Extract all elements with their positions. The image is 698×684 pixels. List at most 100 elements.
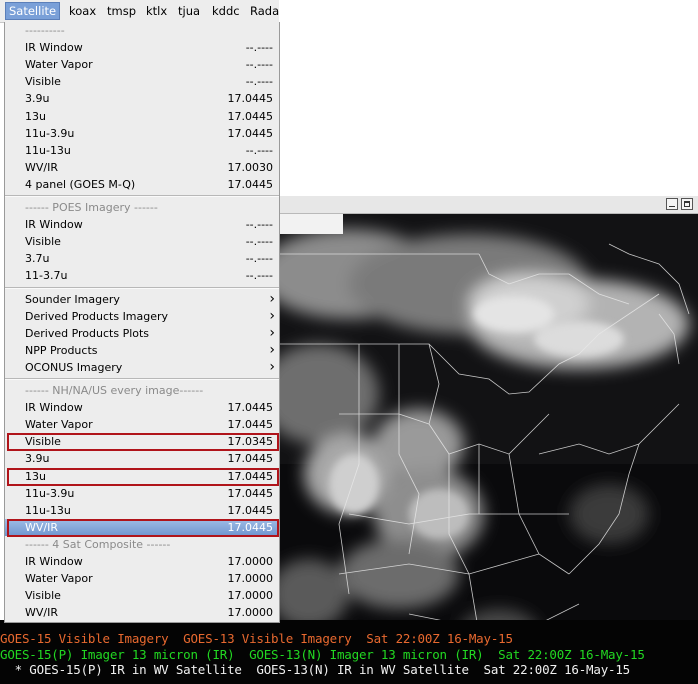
menu-item-label: Derived Products Imagery bbox=[25, 309, 169, 323]
menu-separator bbox=[5, 195, 279, 197]
menu-item-label: IR Window bbox=[25, 401, 83, 415]
menu-item-wv-ir[interactable]: WV/IR 17.0000 bbox=[5, 604, 279, 621]
chevron-right-icon: › bbox=[269, 290, 275, 307]
submenu-item-npp-products[interactable]: NPP Products › bbox=[5, 342, 279, 359]
menu-item-label: Visible bbox=[25, 435, 61, 449]
maximize-button[interactable] bbox=[681, 198, 693, 210]
menu-item-label: Water Vapor bbox=[25, 418, 93, 432]
menu-item-label: Visible bbox=[25, 589, 61, 603]
menu-item-timestamp: --.---- bbox=[245, 252, 273, 266]
main-menubar: Satellite koax tmsp ktlx tjua kddc Rada bbox=[0, 0, 279, 23]
menu-item-label: 3.9u bbox=[25, 92, 50, 106]
menu-separator bbox=[5, 286, 279, 289]
menu-item-timestamp: --.---- bbox=[245, 269, 273, 283]
menu-item-4-panel-goes-m-q[interactable]: 4 panel (GOES M-Q) 17.0445 bbox=[5, 176, 279, 193]
menu-item-timestamp: 17.0000 bbox=[227, 589, 274, 603]
submenu-item-derived-products-imagery[interactable]: Derived Products Imagery › bbox=[5, 308, 279, 325]
menu-item-13u[interactable]: 13u 17.0445 bbox=[5, 468, 279, 485]
menu-item-timestamp: 17.0445 bbox=[227, 126, 274, 140]
menu-item-timestamp: 17.0445 bbox=[227, 469, 274, 483]
menu-item-label: WV/IR bbox=[25, 160, 58, 174]
menu-item-label: Derived Products Plots bbox=[25, 326, 150, 340]
menu-item-label: WV/IR bbox=[25, 606, 58, 620]
menu-item-visible[interactable]: Visible 17.0000 bbox=[5, 587, 279, 604]
satellite-map-window bbox=[279, 196, 698, 684]
menu-item-timestamp: 17.0445 bbox=[227, 503, 274, 517]
menubar-item-kddc[interactable]: kddc bbox=[209, 3, 243, 19]
menu-item-label: 13u bbox=[25, 469, 46, 483]
menu-item-timestamp: --.---- bbox=[245, 235, 273, 249]
menu-item-ir-window[interactable]: IR Window 17.0000 bbox=[5, 553, 279, 570]
menubar-item-tmsp[interactable]: tmsp bbox=[104, 3, 139, 19]
menu-item-visible[interactable]: Visible --.---- bbox=[5, 233, 279, 250]
menu-item-wv-ir[interactable]: WV/IR 17.0445 bbox=[5, 518, 279, 536]
menu-item-timestamp: 17.0000 bbox=[227, 555, 274, 568]
menu-item-ir-window[interactable]: IR Window 17.0445 bbox=[5, 399, 279, 416]
satellite-image-canvas[interactable] bbox=[279, 214, 698, 684]
menu-item-label: 3.7u bbox=[25, 252, 50, 266]
submenu-item-oconus-imagery[interactable]: OCONUS Imagery › bbox=[5, 359, 279, 376]
menu-item-timestamp: 17.0445 bbox=[227, 418, 274, 432]
menubar-item-ktlx[interactable]: ktlx bbox=[143, 3, 170, 19]
legend-text: GOES-15(P) Imager 13 micron (IR) GOES-13… bbox=[0, 647, 645, 662]
menu-item-ir-window[interactable]: IR Window --.---- bbox=[5, 39, 279, 56]
chevron-right-icon: › bbox=[269, 358, 275, 375]
menu-section-header: ------ POES Imagery ------ bbox=[5, 199, 279, 216]
menu-item-label: Visible bbox=[25, 75, 61, 89]
menu-item-water-vapor[interactable]: Water Vapor 17.0000 bbox=[5, 570, 279, 587]
menu-item-timestamp: 17.0000 bbox=[227, 572, 274, 586]
menu-item-label: ------ NH/NA/US every image------ bbox=[25, 384, 204, 397]
menu-item-11u-3-9u[interactable]: 11u-3.9u 17.0445 bbox=[5, 485, 279, 502]
menu-item-timestamp: 17.0445 bbox=[227, 520, 274, 534]
menu-item-13u[interactable]: 13u 17.0445 bbox=[5, 108, 279, 125]
menu-section-header: ------ 4 Sat Composite ------ bbox=[5, 536, 279, 553]
menu-item-ir-window[interactable]: IR Window --.---- bbox=[5, 216, 279, 233]
menu-item-timestamp: 17.0445 bbox=[227, 177, 274, 191]
menubar-item-rada[interactable]: Rada bbox=[247, 3, 282, 19]
menubar-item-tjua[interactable]: tjua bbox=[175, 3, 203, 19]
menu-item-11u-3-9u[interactable]: 11u-3.9u 17.0445 bbox=[5, 125, 279, 142]
submenu-item-sounder-imagery[interactable]: Sounder Imagery › bbox=[5, 291, 279, 308]
chevron-right-icon: › bbox=[269, 324, 275, 341]
menu-item-label: 11u-13u bbox=[25, 143, 71, 157]
legend-text: * GOES-15(P) IR in WV Satellite GOES-13(… bbox=[0, 662, 631, 677]
menu-item-label: 11u-3.9u bbox=[25, 486, 75, 500]
menu-item-timestamp: 17.0000 bbox=[227, 606, 274, 620]
menu-item-timestamp: 17.0445 bbox=[227, 92, 274, 106]
menu-item-3-7u[interactable]: 3.7u --.---- bbox=[5, 250, 279, 267]
menu-item-3-9u[interactable]: 3.9u 17.0445 bbox=[5, 450, 279, 467]
menu-item-visible[interactable]: Visible --.---- bbox=[5, 73, 279, 90]
menu-item-wv-ir[interactable]: WV/IR 17.0030 bbox=[5, 159, 279, 176]
menubar-item-koax[interactable]: koax bbox=[66, 3, 99, 19]
menu-item-3-9u[interactable]: 3.9u 17.0445 bbox=[5, 90, 279, 107]
map-window-titlebar bbox=[279, 196, 698, 214]
chevron-right-icon: › bbox=[269, 341, 275, 358]
menu-item-label: 3.9u bbox=[25, 452, 50, 466]
menu-item-timestamp: --.---- bbox=[245, 58, 273, 72]
menu-item-label: IR Window bbox=[25, 555, 83, 568]
menu-item-label: 4 panel (GOES M-Q) bbox=[25, 177, 136, 191]
minimize-button[interactable] bbox=[666, 198, 678, 210]
legend-line-ir: GOES-15(P) Imager 13 micron (IR) GOES-13… bbox=[0, 647, 645, 662]
legend-line-wv-ir: * GOES-15(P) IR in WV Satellite GOES-13(… bbox=[0, 662, 631, 677]
menu-section-header: ------ NH/NA/US every image------ bbox=[5, 382, 279, 399]
menu-item-timestamp: 17.0445 bbox=[227, 109, 274, 123]
menu-item-timestamp: --.---- bbox=[245, 75, 273, 89]
menu-item-visible[interactable]: Visible 17.0345 bbox=[5, 433, 279, 450]
menu-item-water-vapor[interactable]: Water Vapor 17.0445 bbox=[5, 416, 279, 433]
menu-item-11u-13u[interactable]: 11u-13u --.---- bbox=[5, 142, 279, 159]
menu-item-timestamp: 17.0445 bbox=[227, 486, 274, 500]
menu-item-label: 11u-13u bbox=[25, 503, 71, 517]
menu-item-label: OCONUS Imagery bbox=[25, 360, 123, 374]
menu-item-11u-13u[interactable]: 11u-13u 17.0445 bbox=[5, 502, 279, 519]
menubar-item-satellite[interactable]: Satellite bbox=[5, 2, 61, 20]
legend-line-visible: GOES-15 Visible Imagery GOES-13 Visible … bbox=[0, 631, 513, 646]
submenu-item-derived-products-plots[interactable]: Derived Products Plots › bbox=[5, 325, 279, 342]
menu-item-water-vapor[interactable]: Water Vapor --.---- bbox=[5, 56, 279, 73]
menu-item-timestamp: 17.0030 bbox=[227, 160, 274, 174]
menu-item-label: WV/IR bbox=[25, 520, 58, 534]
menu-item-11-3-7u[interactable]: 11-3.7u --.---- bbox=[5, 267, 279, 284]
satellite-dropdown-menu: ---------- IR Window --.---- Water Vapor --.… bbox=[4, 22, 280, 623]
menu-item-timestamp: --.---- bbox=[245, 218, 273, 232]
menu-section-header: ---------- bbox=[5, 22, 279, 39]
